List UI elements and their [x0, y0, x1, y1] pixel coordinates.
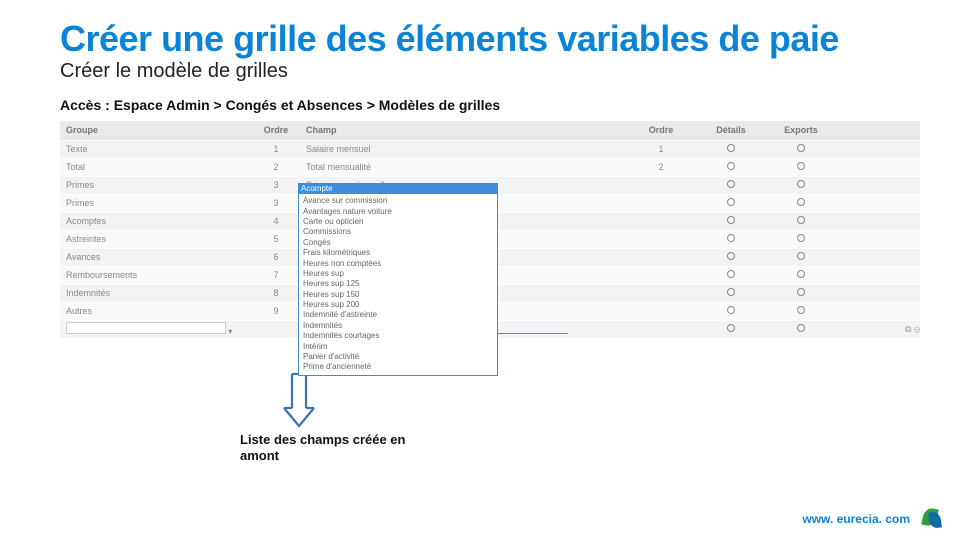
dropdown-option[interactable]: Indemnités courtages — [303, 331, 493, 341]
cell-exports[interactable] — [766, 324, 836, 334]
cell-exports[interactable] — [766, 234, 836, 244]
cell-groupe: Indemnités — [66, 288, 246, 298]
cell-details[interactable] — [696, 198, 766, 208]
cell-ordre: 1 — [246, 144, 306, 154]
grid-screenshot: Groupe Ordre Champ Ordre Détails Exports… — [60, 121, 920, 339]
cell-ordre: 7 — [246, 270, 306, 280]
cell-groupe: Primes — [66, 180, 246, 190]
cell-details[interactable] — [696, 324, 766, 334]
footer-link[interactable]: www. eurecia. com — [802, 512, 910, 526]
dropdown-option[interactable]: Heures sup 125 — [303, 279, 493, 289]
cell-exports[interactable] — [766, 306, 836, 316]
dropdown-option[interactable]: Commissions — [303, 227, 493, 237]
dropdown-option[interactable]: Intérim — [303, 342, 493, 352]
dropdown-option[interactable]: Heures sup — [303, 269, 493, 279]
cell-groupe: Primes — [66, 198, 246, 208]
cell-groupe: Remboursements — [66, 270, 246, 280]
row-actions[interactable]: ⧉ ⊖ — [836, 324, 926, 335]
cell-champ: Total mensualité — [306, 162, 626, 172]
cell-groupe: Astreintes — [66, 234, 246, 244]
dropdown-option[interactable]: Avance sur commission — [303, 196, 493, 206]
copy-icon[interactable]: ⧉ — [905, 324, 911, 334]
cell-details[interactable] — [696, 270, 766, 280]
dropdown-option[interactable]: Panier d'activité — [303, 352, 493, 362]
dropdown-option[interactable]: Indemnité d'astreinte — [303, 310, 493, 320]
dropdown-option[interactable]: Avantages nature voiture — [303, 207, 493, 217]
breadcrumb: Accès : Espace Admin > Congés et Absence… — [60, 97, 910, 113]
cell-ordre: 6 — [246, 252, 306, 262]
page-subtitle: Créer le modèle de grilles — [60, 60, 910, 83]
dropdown-option[interactable]: Heures non comptées — [303, 259, 493, 269]
cell-ordre: 4 — [246, 216, 306, 226]
cell-ordre: 8 — [246, 288, 306, 298]
delete-icon[interactable]: ⊖ — [914, 324, 920, 334]
dropdown-option[interactable]: Heures sup 150 — [303, 290, 493, 300]
cell-details[interactable] — [696, 306, 766, 316]
dropdown-option[interactable]: Congés — [303, 238, 493, 248]
cell-groupe: Total — [66, 162, 246, 172]
dropdown-option[interactable]: Prime d'ancienneté — [303, 362, 493, 372]
table-row: Texte1Salaire mensuel1 — [60, 141, 920, 159]
arrow-caption: Liste des champs créée en amont — [240, 432, 440, 465]
cell-details[interactable] — [696, 180, 766, 190]
page-title: Créer une grille des éléments variables … — [60, 20, 910, 58]
arrow-down-icon — [280, 370, 318, 435]
col-ordre2: Ordre — [626, 125, 696, 135]
dropdown-selected[interactable]: Acompte — [299, 184, 497, 194]
cell-exports[interactable] — [766, 162, 836, 172]
cell-exports[interactable] — [766, 198, 836, 208]
cell-details[interactable] — [696, 288, 766, 298]
cell-details[interactable] — [696, 144, 766, 154]
cell-exports[interactable] — [766, 288, 836, 298]
cell-groupe: Avances — [66, 252, 246, 262]
col-details: Détails — [696, 125, 766, 135]
cell-exports[interactable] — [766, 252, 836, 262]
cell-groupe: Acomptes — [66, 216, 246, 226]
cell-ordre: 2 — [246, 162, 306, 172]
cell-exports[interactable] — [766, 144, 836, 154]
cell-ordre: 9 — [246, 306, 306, 316]
cell-details[interactable] — [696, 216, 766, 226]
col-ordre: Ordre — [246, 125, 306, 135]
col-exports: Exports — [766, 125, 836, 135]
table-header: Groupe Ordre Champ Ordre Détails Exports — [60, 121, 920, 141]
dropdown-option[interactable]: Carte ou opticien — [303, 217, 493, 227]
cell-champ: Salaire mensuel — [306, 144, 626, 154]
dropdown-option[interactable]: Heures sup 200 — [303, 300, 493, 310]
col-groupe: Groupe — [66, 125, 246, 135]
cell-groupe: Texte — [66, 144, 246, 154]
dropdown-option[interactable]: Frais kilométriques — [303, 248, 493, 258]
cell-ordre: 3 — [246, 198, 306, 208]
champ-dropdown[interactable]: Acompte Avance sur commissionAvantages n… — [298, 183, 498, 376]
cell-ordre2: 1 — [626, 144, 696, 154]
cell-exports[interactable] — [766, 216, 836, 226]
cell-details[interactable] — [696, 162, 766, 172]
cell-details[interactable] — [696, 252, 766, 262]
dropdown-option[interactable]: Indemnités — [303, 321, 493, 331]
cell-groupe: Autres — [66, 306, 246, 316]
col-champ: Champ — [306, 125, 626, 135]
cell-ordre: 5 — [246, 234, 306, 244]
cell-exports[interactable] — [766, 180, 836, 190]
table-row: Total2Total mensualité2 — [60, 159, 920, 177]
groupe-select[interactable]: ▾ — [66, 322, 246, 336]
eurecia-logo-icon — [920, 508, 942, 530]
cell-exports[interactable] — [766, 270, 836, 280]
cell-ordre: 3 — [246, 180, 306, 190]
cell-details[interactable] — [696, 234, 766, 244]
cell-ordre2: 2 — [626, 162, 696, 172]
